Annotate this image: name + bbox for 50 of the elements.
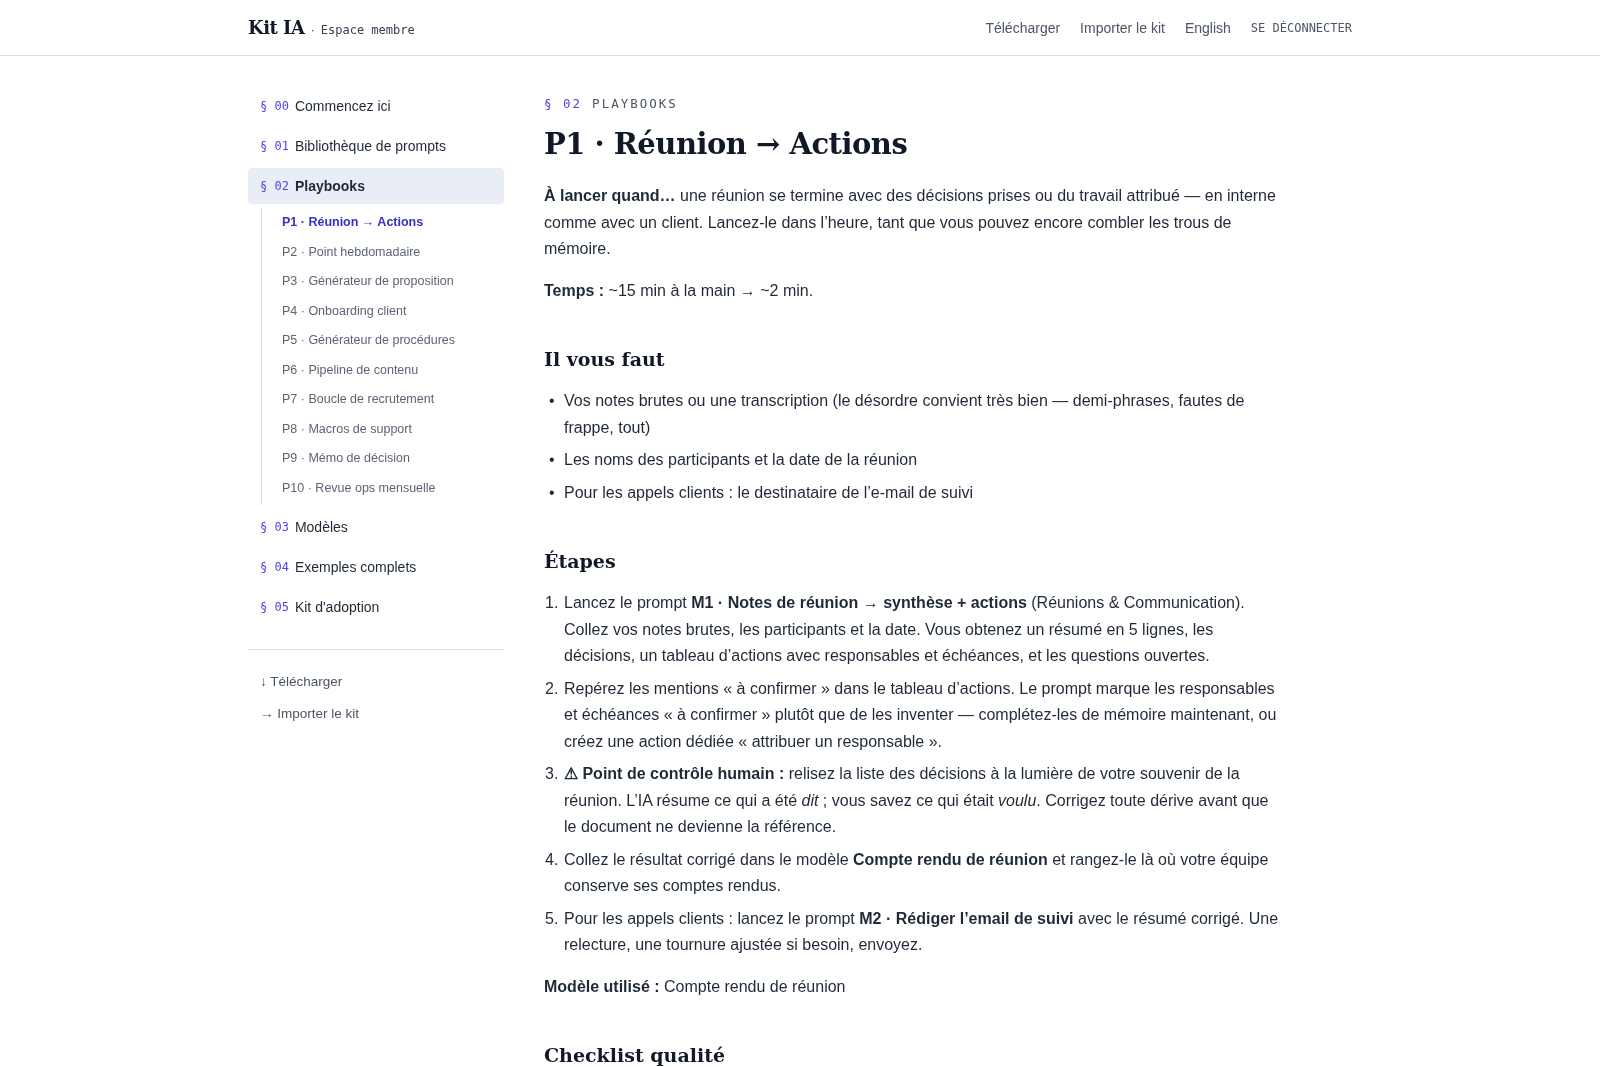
sidebar-subitem[interactable]: P10 · Revue ops mensuelle <box>282 473 504 503</box>
section-number: § 02 <box>544 96 583 111</box>
sidebar-subitem[interactable]: P9 · Mémo de décision <box>282 444 504 474</box>
sidebar-subitem[interactable]: P4 · Onboarding client <box>282 296 504 326</box>
nav-link[interactable]: Télécharger <box>985 19 1061 36</box>
bullet-marker: • <box>548 391 556 411</box>
sidebar-link[interactable]: ↓ Télécharger <box>248 666 504 698</box>
sidebar-subitem[interactable]: P2 · Point hebdomadaire <box>282 237 504 267</box>
bullet-marker: • <box>548 482 556 503</box>
bullet-item: Pour les appels clients : le destinataire de l’e-mail de suivi <box>564 482 975 503</box>
step-item: Repérez les mentions « à confirmer » dans le tableau d’actions. Le prompt marque les responsables et échéances « à confirmer » plutôt que de les inventer — complétez-les de mémoire maintenant, ou créez une action dédiée « attribuer un responsable ». <box>564 678 1278 752</box>
sidebar-item[interactable]: § 03 Modèles <box>248 509 504 545</box>
step-number: 5. <box>544 908 560 929</box>
step-number: 2. <box>544 678 560 699</box>
brand-name: Kit IA <box>248 17 305 38</box>
sidebar-subitem[interactable]: P1 · Réunion → Actions <box>282 208 504 238</box>
step-item: ⚠ Point de contrôle humain : relisez la liste des décisions à la lumière de votre souvenir de la réunion. L’IA résume ce qui a été dit ; vous savez ce qui était voulu. Corrigez toute dérive avant que le document ne devienne la référence. <box>564 764 1270 837</box>
sidebar-subitem[interactable]: P7 · Boucle de recrutement <box>282 385 504 415</box>
section-heading: Étapes <box>544 550 617 572</box>
bullet-marker: • <box>548 450 556 470</box>
sidebar-subitem[interactable]: P5 · Générateur de procédures <box>282 326 504 356</box>
section-label: PLAYBOOKS <box>592 96 678 111</box>
paragraph: Temps : ~15 min à la main → ~2 min. <box>544 280 815 301</box>
brand-separator: · <box>310 22 315 37</box>
nav-link[interactable]: English <box>1184 19 1231 36</box>
sidebar-item[interactable]: § 04 Exemples complets <box>248 549 504 585</box>
step-item: Collez le résultat corrigé dans le modèle Compte rendu de réunion et rangez-le là où votre équipe conserve ses comptes rendus. <box>564 849 1270 896</box>
section-heading: Il vous faut <box>544 348 666 370</box>
bullet-item: Vos notes brutes ou une transcription (le désordre convient très bien — demi-phrases, fautes de frappe, tout) <box>564 391 1246 438</box>
step-item: Pour les appels clients : lancez le prompt M2 · Rédiger l’email de suivi avec le résumé corrigé. Une relecture, une tournure ajustée si besoin, envoyez. <box>564 908 1280 955</box>
step-number: 3. <box>544 764 560 784</box>
step-number: 4. <box>544 849 560 870</box>
sidebar-subitem[interactable]: P6 · Pipeline de contenu <box>282 355 504 385</box>
step-item: Lancez le prompt M1 · Notes de réunion → synthèse + actions (Réunions & Communication). Collez vos notes brutes, les participants et la date. Vous obtenez un résumé en 5 lignes, les décisions, un tableau d’actions avec responsables et échéances, et les questions ouvertes. <box>564 593 1246 666</box>
sidebar-subitem[interactable]: P3 · Générateur de proposition <box>282 267 504 297</box>
section-heading: Checklist qualité <box>544 1044 726 1066</box>
step-number: 1. <box>544 593 560 613</box>
sidebar-item[interactable]: § 00 Commencez ici <box>248 88 504 124</box>
page-title: P1 · Réunion → Actions <box>544 127 909 161</box>
brand-subtitle: Espace membre <box>320 23 415 37</box>
sidebar-link[interactable]: → Importer le kit <box>248 698 504 730</box>
nav-link[interactable]: Importer le kit <box>1080 19 1165 36</box>
sidebar-item[interactable]: § 01 Bibliothèque de prompts <box>248 128 504 164</box>
paragraph: Modèle utilisé : Compte rendu de réunion <box>544 976 847 997</box>
sidebar-subitem[interactable]: P8 · Macros de support <box>282 414 504 444</box>
bullet-item: Les noms des participants et la date de la réunion <box>564 450 919 470</box>
sidebar-item[interactable]: § 02 Playbooks <box>248 168 504 204</box>
sidebar-item[interactable]: § 05 Kit d'adoption <box>248 589 504 625</box>
paragraph: À lancer quand… une réunion se termine avec des décisions prises ou du travail attribué — en interne comme avec un client. Lancez-le dans l’heure, tant que vous pouvez encore combler les trous de mémoire. <box>544 185 1277 259</box>
logout-link[interactable]: SE DÉCONNECTER <box>1250 20 1352 35</box>
